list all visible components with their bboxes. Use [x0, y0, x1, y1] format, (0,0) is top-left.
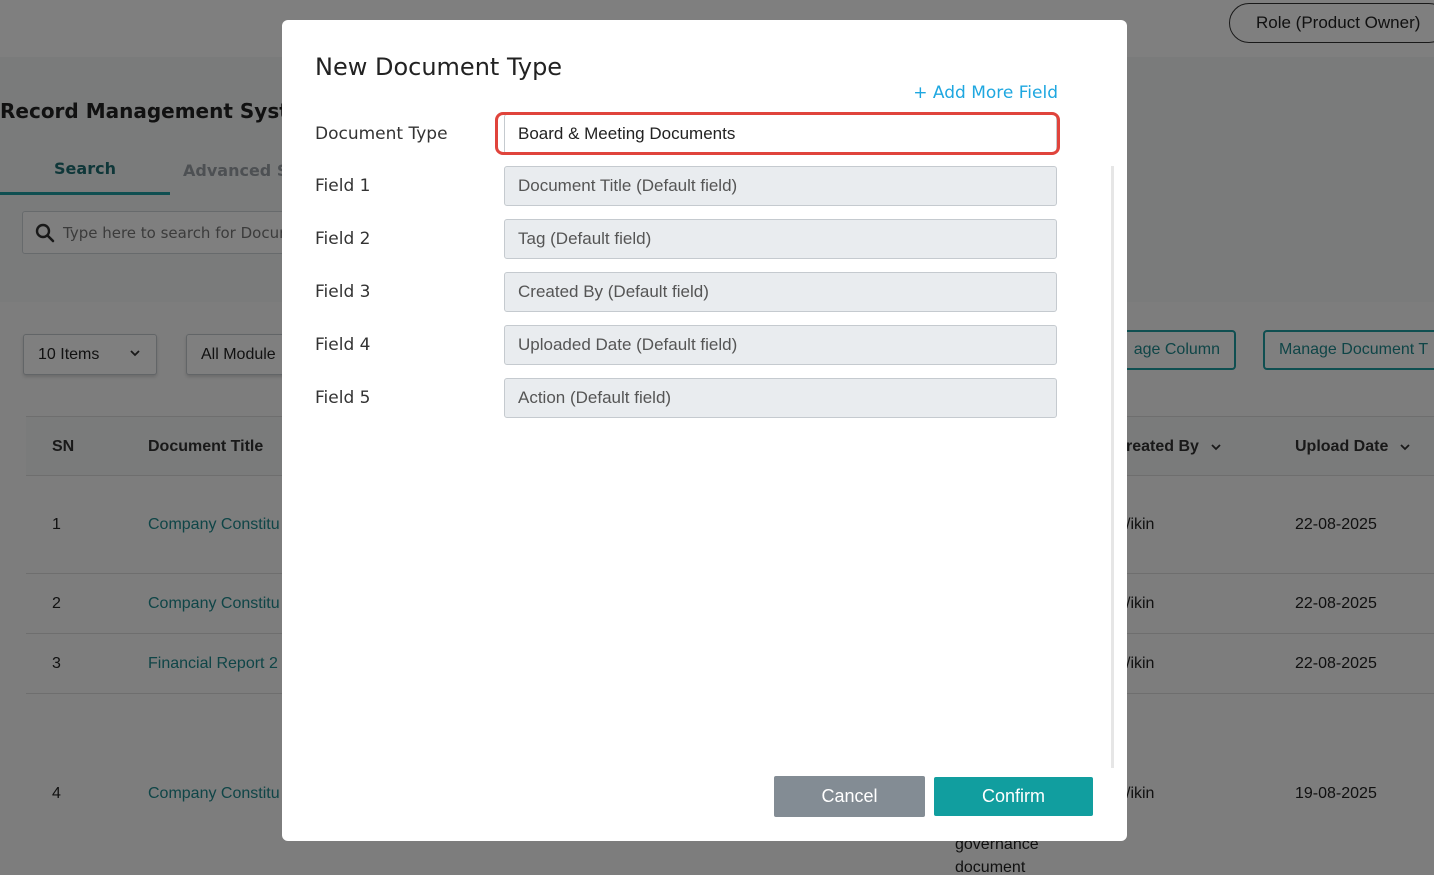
- document-type-row: Document Type: [315, 114, 1060, 154]
- field-1-input[interactable]: [504, 166, 1057, 206]
- dialog-scrollbar[interactable]: [1111, 166, 1114, 768]
- field-2-label: Field 2: [315, 229, 371, 249]
- field-3-input[interactable]: [504, 272, 1057, 312]
- add-more-field-link[interactable]: + Add More Field: [913, 83, 1058, 103]
- field-3-label: Field 3: [315, 282, 371, 302]
- field-1-label: Field 1: [315, 176, 371, 196]
- field-row-5: Field 5: [315, 378, 1060, 418]
- field-5-input[interactable]: [504, 378, 1057, 418]
- field-row-3: Field 3: [315, 272, 1060, 312]
- cancel-button[interactable]: Cancel: [774, 776, 925, 817]
- new-document-type-dialog: New Document Type + Add More Field Docum…: [282, 20, 1127, 841]
- field-5-label: Field 5: [315, 388, 371, 408]
- field-2-input[interactable]: [504, 219, 1057, 259]
- document-type-label: Document Type: [315, 124, 448, 144]
- field-row-2: Field 2: [315, 219, 1060, 259]
- field-row-1: Field 1: [315, 166, 1060, 206]
- dialog-title: New Document Type: [315, 53, 563, 81]
- confirm-button[interactable]: Confirm: [934, 777, 1093, 816]
- field-4-label: Field 4: [315, 335, 371, 355]
- field-4-input[interactable]: [504, 325, 1057, 365]
- document-type-input[interactable]: [504, 114, 1057, 154]
- field-row-4: Field 4: [315, 325, 1060, 365]
